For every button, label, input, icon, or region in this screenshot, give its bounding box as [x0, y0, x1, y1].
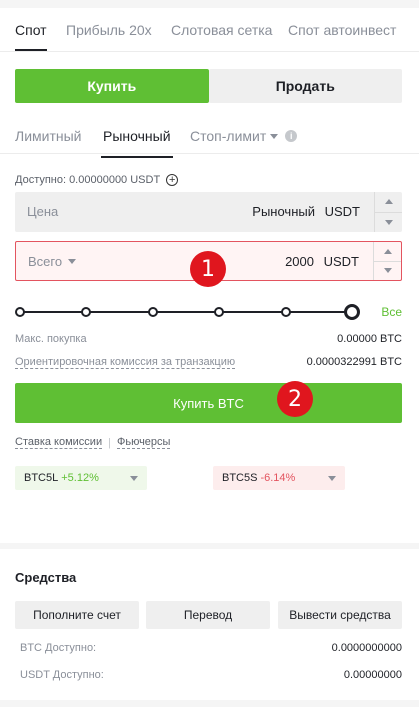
order-type-tabs: Лимитный Рыночный Стоп-лимит i — [0, 118, 419, 158]
arrow-up-icon — [383, 248, 392, 254]
add-funds-icon[interactable]: + — [166, 174, 179, 186]
tab-limit[interactable]: Лимитный — [15, 128, 81, 144]
btc-balance-label: BTC Доступно: — [20, 642, 97, 654]
max-buy-row: Макс. покупка 0.00000 BTC — [15, 333, 402, 345]
footer-links: Ставка комиссии | Фьючерсы — [15, 436, 171, 449]
sell-side-button[interactable]: Продать — [208, 69, 402, 103]
arrow-up-icon — [384, 199, 393, 205]
usdt-balance-row: USDT Доступно: 0.00000000 — [20, 669, 402, 681]
transfer-button[interactable]: Перевод — [146, 601, 270, 629]
slider-stop-60[interactable] — [214, 307, 224, 317]
slider-stop-20[interactable] — [81, 307, 91, 317]
fee-value: 0.0000322991 BTC — [306, 356, 402, 368]
btc-balance-row: BTC Доступно: 0.0000000000 — [20, 642, 402, 654]
buy-sell-switch: Купить Продать — [15, 69, 402, 103]
price-stepper — [374, 192, 402, 232]
max-buy-value: 0.00000 BTC — [337, 333, 402, 345]
total-unit: USDT — [323, 254, 359, 269]
tab-grid[interactable]: Слотовая сетка — [171, 22, 272, 38]
etf-short-name: BTC5S — [222, 472, 258, 484]
bottom-strip — [0, 700, 419, 707]
max-buy-label: Макс. покупка — [15, 333, 87, 345]
slider-all-label[interactable]: Все — [381, 305, 402, 319]
available-value: 0.00000000 USDT — [69, 174, 161, 186]
etf-long-change: +5.12% — [61, 472, 99, 484]
arrow-down-icon — [383, 268, 392, 274]
etf-short-chip[interactable]: BTC5S -6.14% — [213, 466, 345, 490]
etf-short-change: -6.14% — [260, 472, 296, 484]
tab-spot[interactable]: Спот — [15, 22, 47, 51]
tab-margin[interactable]: Прибыль 20x — [66, 22, 152, 38]
tab-market[interactable]: Рыночный — [101, 128, 173, 158]
chevron-down-icon — [130, 476, 138, 481]
usdt-balance-label: USDT Доступно: — [20, 669, 104, 681]
withdraw-button[interactable]: Вывести средства — [278, 601, 402, 629]
etf-long-chip[interactable]: BTC5L +5.12% — [15, 466, 147, 490]
buy-btc-button[interactable]: Купить BTC — [15, 383, 402, 423]
price-increment-button[interactable] — [375, 192, 402, 212]
slider-track — [21, 311, 354, 313]
deposit-button[interactable]: Пополните счет — [15, 601, 139, 629]
arrow-down-icon — [384, 219, 393, 225]
amount-slider[interactable] — [15, 302, 360, 322]
buy-side-button[interactable]: Купить — [15, 69, 209, 103]
tab-auto-invest[interactable]: Спот автоинвест — [288, 22, 396, 38]
price-decrement-button[interactable] — [375, 211, 402, 233]
total-stepper — [373, 242, 401, 280]
link-separator: | — [108, 436, 111, 449]
usdt-balance-value: 0.00000000 — [343, 669, 402, 681]
fee-rate-link[interactable]: Ставка комиссии — [15, 436, 103, 449]
funds-title: Средства — [15, 570, 77, 585]
etf-long-name: BTC5L — [24, 472, 59, 484]
total-increment-button[interactable] — [374, 242, 401, 261]
futures-link[interactable]: Фьючерсы — [116, 436, 171, 449]
btc-balance-value: 0.0000000000 — [331, 642, 402, 654]
price-unit: USDT — [324, 204, 360, 219]
price-field[interactable]: Цена Рыночный USDT — [15, 192, 402, 232]
chevron-down-icon — [68, 259, 77, 264]
top-strip — [0, 0, 419, 8]
total-label-text: Всего — [28, 254, 63, 269]
total-label[interactable]: Всего — [28, 254, 77, 269]
price-label: Цена — [27, 204, 59, 219]
total-decrement-button[interactable] — [374, 260, 401, 281]
trading-mode-tabs: Спот Прибыль 20x Слотовая сетка Спот авт… — [0, 8, 419, 52]
chevron-down-icon — [270, 133, 279, 139]
fee-label[interactable]: Ориентировочная комиссия за транзакцию — [15, 356, 236, 369]
slider-stop-40[interactable] — [148, 307, 158, 317]
tab-stop-limit[interactable]: Стоп-лимит i — [190, 128, 298, 144]
tab-stop-limit-label: Стоп-лимит — [190, 128, 267, 144]
slider-stop-80[interactable] — [281, 307, 291, 317]
slider-handle[interactable] — [344, 304, 360, 320]
annotation-badge-1: 1 — [190, 251, 226, 287]
available-balance: Доступно: 0.00000000 USDT + — [15, 174, 179, 186]
annotation-badge-2: 2 — [277, 381, 313, 417]
total-value: 2000 USDT — [285, 254, 359, 269]
price-value-text: Рыночный — [252, 204, 315, 219]
slider-stop-0[interactable] — [15, 307, 25, 317]
available-label: Доступно: — [15, 174, 67, 186]
total-value-text: 2000 — [285, 254, 314, 269]
chevron-down-icon — [328, 476, 336, 481]
price-value: Рыночный USDT — [252, 204, 360, 219]
fee-row: Ориентировочная комиссия за транзакцию 0… — [15, 356, 402, 369]
section-divider — [0, 543, 419, 549]
info-icon[interactable]: i — [285, 130, 298, 142]
